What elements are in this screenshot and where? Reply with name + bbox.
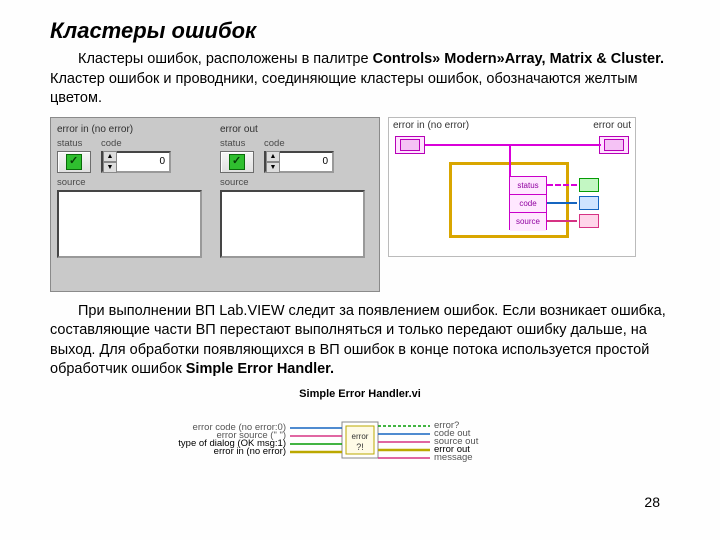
error-wire xyxy=(425,144,601,146)
source-term[interactable] xyxy=(579,214,599,228)
bd-out-label: error out xyxy=(593,120,631,131)
code-value: 0 xyxy=(117,156,169,167)
svg-text:error: error xyxy=(352,432,369,441)
status-indicator[interactable] xyxy=(57,151,91,173)
status-indicator-2 xyxy=(220,151,254,173)
error-out-terminal[interactable] xyxy=(599,136,629,154)
bottom-figure: Simple Error Handler.vi error ?! error c… xyxy=(160,388,560,484)
source-label-2: source xyxy=(220,177,373,188)
status-term[interactable] xyxy=(579,178,599,192)
code-term[interactable] xyxy=(579,196,599,210)
source-textarea[interactable] xyxy=(57,190,202,258)
check-icon xyxy=(66,154,82,170)
svg-text:?!: ?! xyxy=(356,442,364,452)
figure-row: error in (no error) status code ▲▼ 0 sou… xyxy=(50,117,670,292)
handler-diagram: error ?! error code (no error:0) error s… xyxy=(170,404,550,484)
spinner-icon: ▲▼ xyxy=(266,151,280,173)
spinner-icon[interactable]: ▲▼ xyxy=(103,151,117,173)
source-wire xyxy=(547,220,577,222)
front-panel: error in (no error) status code ▲▼ 0 sou… xyxy=(50,117,380,292)
code-label-2: code xyxy=(264,138,334,149)
error-out-group: error out status code ▲▼ 0 source xyxy=(220,124,373,285)
status-label: status xyxy=(57,138,91,149)
source-label: source xyxy=(57,177,210,188)
error-in-title: error in (no error) xyxy=(57,124,210,135)
page-title: Кластеры ошибок xyxy=(50,18,670,44)
unbundle-code: code xyxy=(510,195,546,213)
status-label-2: status xyxy=(220,138,254,149)
unbundle-source: source xyxy=(510,213,546,231)
block-diagram: error in (no error) error out status cod… xyxy=(388,117,636,257)
r5: message xyxy=(434,452,473,463)
l4: error in (no error) xyxy=(214,446,286,457)
source-output xyxy=(220,190,365,258)
code-output: ▲▼ 0 xyxy=(264,151,334,173)
code-wire xyxy=(547,202,577,204)
error-out-title: error out xyxy=(220,124,373,135)
bd-in-label: error in (no error) xyxy=(393,120,469,131)
unbundle-node[interactable]: status code source xyxy=(509,176,547,230)
bottom-title: Simple Error Handler.vi xyxy=(160,388,560,400)
error-in-group: error in (no error) status code ▲▼ 0 sou… xyxy=(57,124,210,285)
error-in-terminal[interactable] xyxy=(395,136,425,154)
page-number: 28 xyxy=(644,494,660,510)
code-label: code xyxy=(101,138,171,149)
check-icon xyxy=(229,154,245,170)
wire-vertical xyxy=(509,144,511,178)
status-wire xyxy=(547,184,577,186)
paragraph-1: Кластеры ошибок, расположены в палитре C… xyxy=(50,50,670,109)
unbundle-status: status xyxy=(510,177,546,195)
code-value-2: 0 xyxy=(280,156,332,167)
code-input[interactable]: ▲▼ 0 xyxy=(101,151,171,173)
paragraph-2: При выполнении ВП Lab.VIEW следит за поя… xyxy=(50,302,670,380)
